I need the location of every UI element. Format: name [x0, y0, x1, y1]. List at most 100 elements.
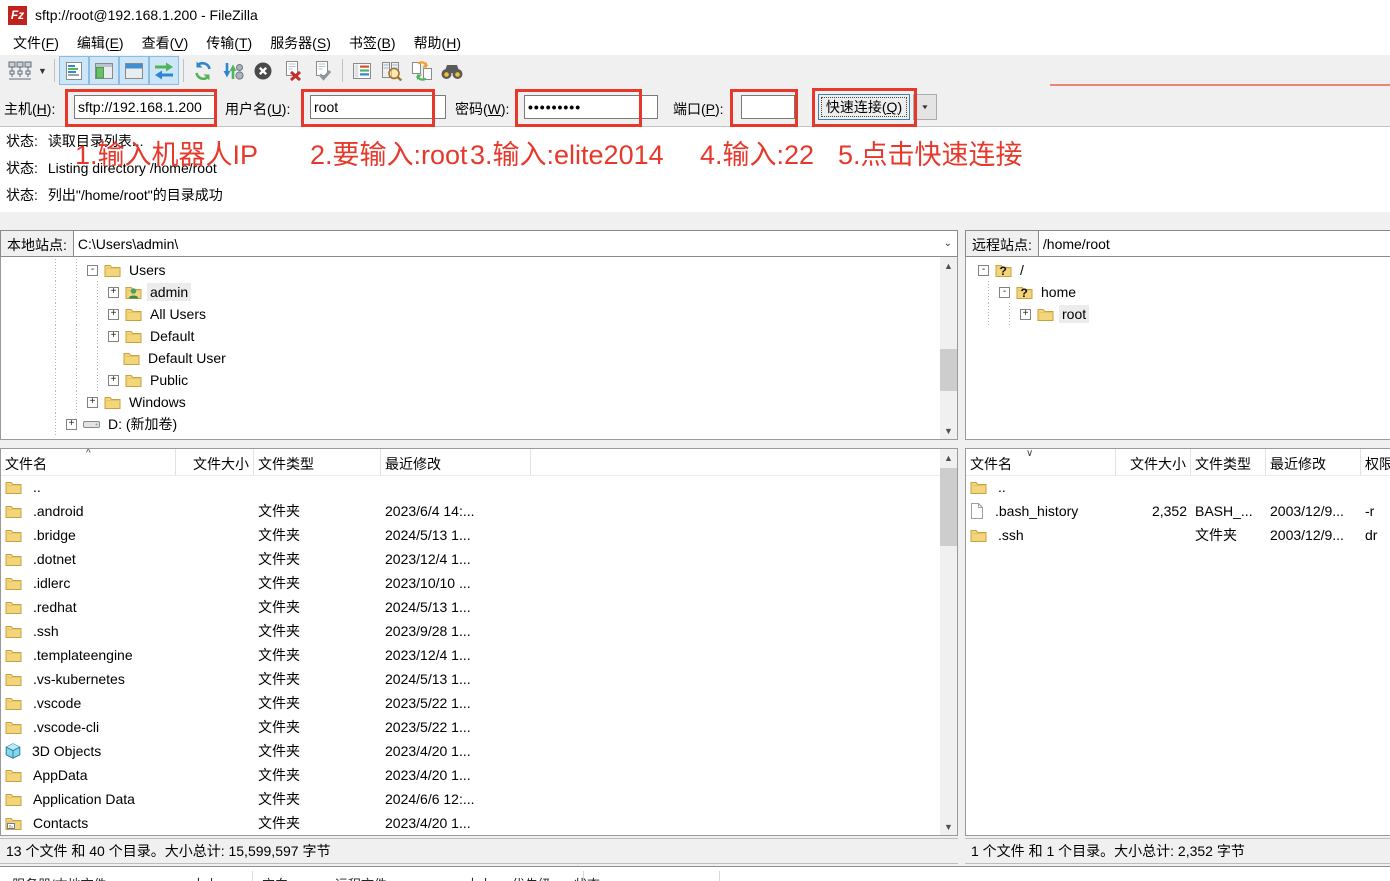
file-row[interactable]: .redhat文件夹2024/5/13 1... — [1, 595, 957, 619]
expand-icon[interactable]: + — [87, 397, 98, 408]
column-header-size[interactable]: 文件大小 — [176, 449, 254, 475]
scroll-down-icon[interactable]: ▼ — [940, 818, 957, 835]
file-row[interactable]: .idlerc文件夹2023/10/10 ... — [1, 571, 957, 595]
tree-item[interactable]: +All Users — [1, 303, 957, 325]
file-row[interactable]: .ssh文件夹2023/9/28 1... — [1, 619, 957, 643]
directory-filter-button[interactable] — [347, 56, 377, 85]
column-header-label: 文件大小 — [193, 456, 249, 472]
scrollbar-thumb[interactable] — [940, 349, 957, 391]
column-header-size[interactable]: 文件大小 — [1116, 449, 1191, 475]
tree-item[interactable]: Default User — [1, 347, 957, 369]
column-header-type[interactable]: 文件类型 — [1191, 449, 1266, 475]
file-row[interactable]: .bridge文件夹2024/5/13 1... — [1, 523, 957, 547]
toggle-remote-tree-button[interactable] — [119, 56, 149, 85]
directory-compare-button[interactable] — [377, 56, 407, 85]
column-header-type[interactable]: 文件类型 — [254, 449, 381, 475]
column-header-mod[interactable]: 最近修改 — [1266, 449, 1361, 475]
scroll-up-icon[interactable]: ▲ — [940, 257, 957, 274]
quickconnect-dropdown-button[interactable]: ▼ — [913, 94, 937, 120]
process-queue-button[interactable] — [218, 56, 248, 85]
scrollbar-thumb[interactable] — [940, 468, 957, 546]
expand-icon[interactable]: + — [66, 419, 77, 430]
file-row[interactable]: .vscode-cli文件夹2023/5/22 1... — [1, 715, 957, 739]
file-row[interactable]: .ssh文件夹2003/12/9...dr — [966, 523, 1390, 547]
column-header-mod[interactable]: 最近修改 — [381, 449, 531, 475]
file-row[interactable]: .. — [1, 475, 957, 499]
collapse-icon[interactable]: - — [978, 265, 989, 276]
cancel-button[interactable] — [248, 56, 278, 85]
menu-item-6[interactable]: 书签(B) — [340, 30, 405, 56]
expand-icon[interactable]: + — [1020, 309, 1031, 320]
expand-icon[interactable]: + — [108, 287, 119, 298]
expand-icon[interactable]: + — [108, 331, 119, 342]
local-list-scrollbar[interactable]: ▲ ▼ — [940, 449, 957, 835]
local-site-combobox[interactable]: ⌄ — [74, 230, 958, 257]
tree-item[interactable]: +Public — [1, 369, 957, 391]
file-row[interactable]: .android文件夹2023/6/4 14:... — [1, 499, 957, 523]
password-input[interactable] — [524, 95, 658, 119]
file-type-cell: 文件夹 — [254, 813, 381, 833]
port-input[interactable] — [741, 95, 795, 119]
scroll-down-icon[interactable]: ▼ — [940, 422, 957, 439]
file-name-label: .ssh — [33, 623, 59, 639]
toolbar-separator — [54, 59, 55, 82]
file-row[interactable]: .templateengine文件夹2023/12/4 1... — [1, 643, 957, 667]
remote-site-combobox[interactable] — [1039, 230, 1390, 257]
menu-item-7[interactable]: 帮助(H) — [405, 30, 470, 56]
tree-indent-guide — [999, 303, 1020, 325]
synchronized-browsing-button[interactable] — [407, 56, 437, 85]
scroll-up-icon[interactable]: ▲ — [940, 449, 957, 466]
menu-item-4[interactable]: 传输(T) — [197, 30, 261, 56]
menu-item-5[interactable]: 服务器(S) — [261, 30, 340, 56]
toggle-local-tree-button[interactable] — [89, 56, 119, 85]
tree-item[interactable]: +admin — [1, 281, 957, 303]
file-row[interactable]: .dotnet文件夹2023/12/4 1... — [1, 547, 957, 571]
local-path-input[interactable] — [74, 236, 957, 252]
tree-item[interactable]: -Users — [1, 259, 957, 281]
file-row[interactable]: AppData文件夹2023/4/20 1... — [1, 763, 957, 787]
refresh-button[interactable] — [188, 56, 218, 85]
file-row[interactable]: .bash_history2,352BASH_...2003/12/9...-r — [966, 499, 1390, 523]
local-tree-scrollbar[interactable]: ▲ ▼ — [940, 257, 957, 439]
tree-item[interactable]: -?/ — [966, 259, 1390, 281]
transfer-queue-header-clipped: 服务器/本地文件大小方向远程文件大小优先级状态 — [0, 866, 1390, 881]
menu-item-2[interactable]: 编辑(E) — [68, 30, 133, 56]
site-manager-dropdown-button[interactable]: ▼ — [35, 57, 50, 84]
expand-icon[interactable]: + — [108, 375, 119, 386]
menu-item-3[interactable]: 查看(V) — [133, 30, 198, 56]
tree-item[interactable]: +D: (新加卷) — [1, 413, 957, 435]
expand-icon[interactable]: + — [108, 309, 119, 320]
remote-path-input[interactable] — [1039, 236, 1390, 252]
file-row[interactable]: Application Data文件夹2024/6/6 12:... — [1, 787, 957, 811]
local-status-bar: 13 个文件 和 40 个目录。大小总计: 15,599,597 字节 — [0, 838, 958, 864]
disconnect-button[interactable] — [278, 56, 308, 85]
collapse-icon[interactable]: - — [999, 287, 1010, 298]
file-row[interactable]: .vs-kubernetes文件夹2024/5/13 1... — [1, 667, 957, 691]
tree-item[interactable]: +root — [966, 303, 1390, 325]
username-input[interactable] — [310, 95, 446, 119]
panel-splitter[interactable] — [958, 230, 965, 881]
reconnect-button[interactable] — [308, 56, 338, 85]
collapse-icon[interactable]: - — [87, 265, 98, 276]
menu-item-1[interactable]: 文件(F) — [4, 30, 68, 56]
column-header-name[interactable]: 文件名^ — [1, 449, 176, 475]
folder-icon — [5, 672, 22, 686]
toggle-transfer-queue-button[interactable] — [149, 56, 179, 85]
find-files-button[interactable] — [437, 56, 467, 85]
chevron-down-icon[interactable]: ⌄ — [944, 238, 952, 249]
file-row[interactable]: 3D Objects文件夹2023/4/20 1... — [1, 739, 957, 763]
column-header-perm[interactable]: 权限 — [1361, 449, 1390, 475]
quickconnect-button[interactable]: 快速连接(Q) — [818, 94, 910, 120]
file-row[interactable]: Contacts文件夹2023/4/20 1... — [1, 811, 957, 835]
tree-item[interactable]: +Windows — [1, 391, 957, 413]
column-header-name[interactable]: 文件名∨ — [966, 449, 1116, 475]
file-name-cell: Contacts — [1, 815, 176, 831]
tree-item[interactable]: +Default — [1, 325, 957, 347]
log-splitter[interactable] — [0, 212, 1390, 230]
tree-item[interactable]: -?home — [966, 281, 1390, 303]
file-row[interactable]: .vscode文件夹2023/5/22 1... — [1, 691, 957, 715]
file-row[interactable]: .. — [966, 475, 1390, 499]
host-input[interactable] — [74, 95, 216, 119]
toggle-log-view-button[interactable] — [59, 56, 89, 85]
site-manager-button[interactable] — [5, 56, 35, 85]
